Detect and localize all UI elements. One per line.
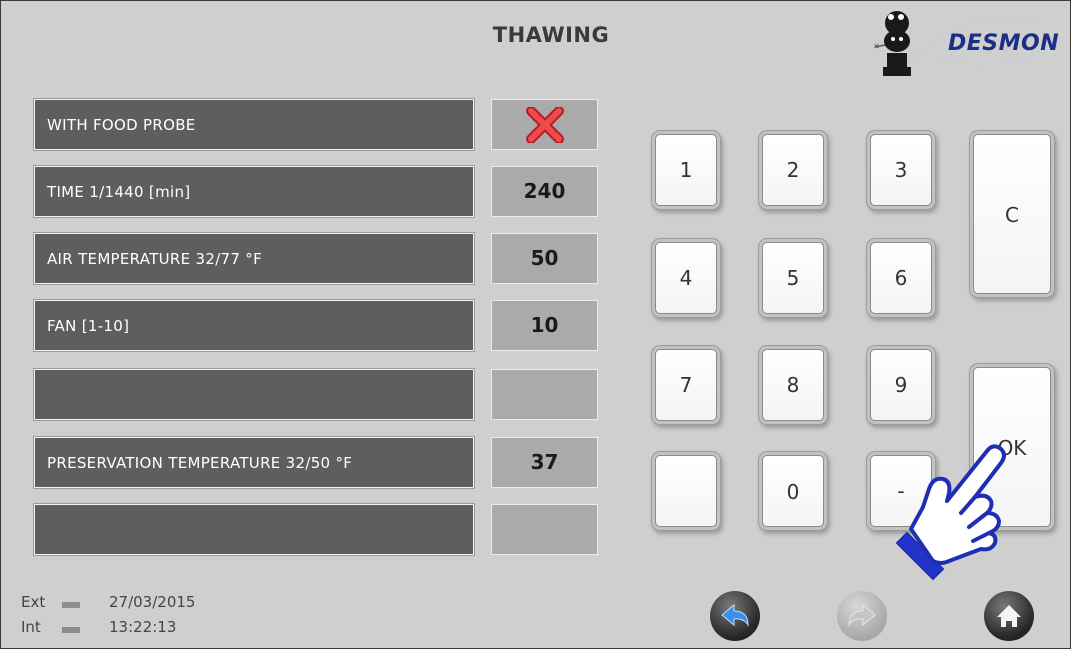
int-indicator (62, 627, 80, 633)
ext-label: Ext (21, 593, 46, 611)
key-blank[interactable] (655, 455, 717, 527)
time-value-field[interactable]: 240 (491, 166, 598, 217)
key-0[interactable]: 0 (762, 455, 824, 527)
date-readout: 27/03/2015 (109, 593, 196, 611)
fan-value-field[interactable]: 10 (491, 300, 598, 351)
key-5[interactable]: 5 (762, 242, 824, 314)
back-arrow-icon (721, 603, 749, 627)
chef-logo-icon: ✕ (873, 11, 911, 76)
row-label-preservation-temperature: PRESERVATION TEMPERATURE 32/50 °F (34, 437, 474, 488)
time-readout: 13:22:13 (109, 618, 177, 636)
home-button[interactable] (984, 591, 1034, 641)
empty-value-field-1 (491, 369, 598, 420)
forward-button[interactable] (837, 591, 887, 641)
row-label-empty-1 (34, 369, 474, 420)
row-label-empty-2 (34, 504, 474, 555)
clear-button[interactable]: C (973, 134, 1051, 294)
key-3[interactable]: 3 (870, 134, 932, 206)
int-label: Int (21, 618, 41, 636)
row-label-fan: FAN [1-10] (34, 300, 474, 351)
x-icon (525, 106, 564, 144)
key-2[interactable]: 2 (762, 134, 824, 206)
back-button[interactable] (710, 591, 760, 641)
food-probe-toggle[interactable] (491, 99, 598, 150)
svg-text:✕: ✕ (873, 42, 880, 51)
row-label-air-temperature: AIR TEMPERATURE 32/77 °F (34, 233, 474, 284)
home-icon (997, 605, 1021, 627)
key-6[interactable]: 6 (870, 242, 932, 314)
forward-arrow-icon (848, 603, 876, 627)
preservation-temperature-value-field[interactable]: 37 (491, 437, 598, 488)
empty-value-field-2 (491, 504, 598, 555)
ext-indicator (62, 602, 80, 608)
key-1[interactable]: 1 (655, 134, 717, 206)
row-label-food-probe: WITH FOOD PROBE (34, 99, 474, 150)
thawing-screen: THAWING ✕ DESMON WITH FOOD PROBE TIME 1/… (0, 0, 1071, 649)
key-8[interactable]: 8 (762, 349, 824, 421)
pointing-hand-icon (895, 444, 1006, 581)
brand-name: DESMON (948, 31, 1060, 56)
key-4[interactable]: 4 (655, 242, 717, 314)
row-label-time: TIME 1/1440 [min] (34, 166, 474, 217)
key-9[interactable]: 9 (870, 349, 932, 421)
key-7[interactable]: 7 (655, 349, 717, 421)
air-temperature-value-field[interactable]: 50 (491, 233, 598, 284)
